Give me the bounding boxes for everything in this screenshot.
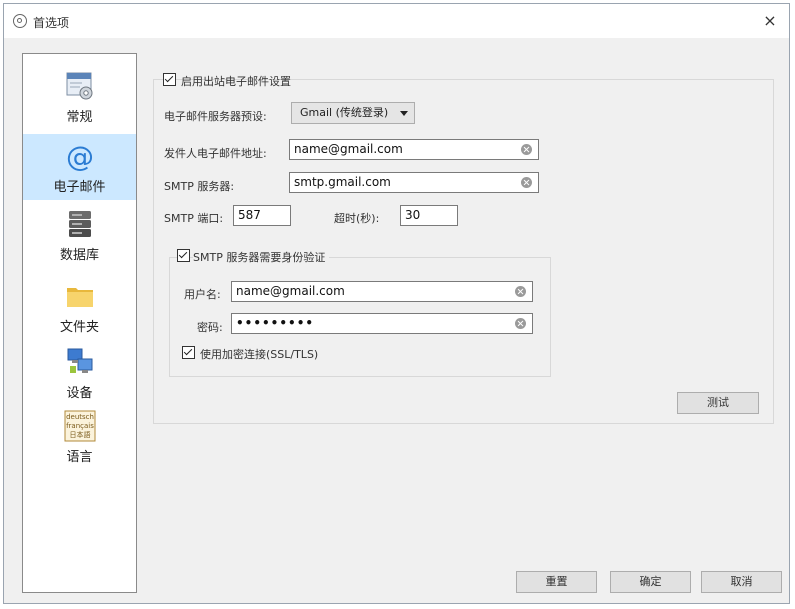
svg-text:@: @ xyxy=(66,140,94,172)
sender-email-field[interactable]: name@gmail.com xyxy=(289,139,539,160)
chevron-down-icon xyxy=(400,111,408,116)
ssl-label: 使用加密连接(SSL/TLS) xyxy=(200,348,319,361)
auth-required-checkbox[interactable] xyxy=(177,249,190,262)
auth-required-label: SMTP 服务器需要身份验证 xyxy=(193,249,330,265)
devices-icon xyxy=(67,348,93,373)
password-label: 密码: xyxy=(197,321,223,334)
preset-label: 电子邮件服务器预设: xyxy=(164,110,267,123)
server-preset-select[interactable]: Gmail (传统登录) xyxy=(291,102,415,124)
sidebar-item-general[interactable]: 常规 xyxy=(23,64,136,130)
sender-email-value: name@gmail.com xyxy=(294,142,403,156)
sidebar-item-email[interactable]: @ 电子邮件 xyxy=(23,134,136,200)
username-field[interactable]: name@gmail.com xyxy=(231,281,533,302)
language-icon: deutsch français 日本語 xyxy=(64,410,96,442)
test-button[interactable]: 测试 xyxy=(677,392,759,414)
clear-icon[interactable] xyxy=(521,144,532,155)
timeout-field[interactable]: 30 xyxy=(400,205,458,226)
folder-icon xyxy=(67,288,93,307)
username-label: 用户名: xyxy=(184,288,221,301)
at-sign-icon: @ xyxy=(66,140,94,172)
reset-button[interactable]: 重置 xyxy=(516,571,597,593)
username-value: name@gmail.com xyxy=(236,284,345,298)
enable-email-checkbox[interactable] xyxy=(163,73,176,86)
clear-icon[interactable] xyxy=(515,318,526,329)
timeout-label: 超时(秒): xyxy=(334,212,380,225)
ssl-checkbox[interactable] xyxy=(182,346,195,359)
clear-icon[interactable] xyxy=(515,286,526,297)
sidebar-item-label: 数据库 xyxy=(59,248,99,263)
password-field[interactable]: ••••••••• xyxy=(231,313,533,334)
sidebar-item-label: 常规 xyxy=(66,110,93,125)
title-bar: 首选项 × xyxy=(4,4,789,38)
password-value: ••••••••• xyxy=(236,316,315,330)
database-icon xyxy=(69,211,91,237)
smtp-port-field[interactable]: 587 xyxy=(233,205,291,226)
timeout-value: 30 xyxy=(405,208,421,222)
svg-text:日本語: 日本語 xyxy=(70,430,91,439)
category-sidebar: 常规 @ 电子邮件 数据库 文件夹 设备 deutsch français 日本… xyxy=(22,53,137,593)
sidebar-item-label: 设备 xyxy=(66,386,93,401)
server-preset-value: Gmail (传统登录) xyxy=(300,106,389,119)
sidebar-item-label: 电子邮件 xyxy=(53,180,106,195)
svg-text:français: français xyxy=(66,422,94,430)
smtp-port-label: SMTP 端口: xyxy=(164,212,224,225)
svg-text:deutsch: deutsch xyxy=(66,413,94,421)
sidebar-item-database[interactable]: 数据库 xyxy=(23,202,136,268)
sidebar-item-label: 文件夹 xyxy=(59,320,99,335)
app-icon xyxy=(13,14,27,28)
sidebar-item-language[interactable]: deutsch français 日本語 语言 xyxy=(23,404,136,470)
preferences-window: 首选项 × 常规 @ 电子邮件 数据库 文件夹 设备 deutsch franç… xyxy=(3,3,790,604)
close-button[interactable]: × xyxy=(759,10,781,32)
sidebar-item-label: 语言 xyxy=(66,450,93,465)
smtp-server-label: SMTP 服务器: xyxy=(164,180,235,193)
cancel-button[interactable]: 取消 xyxy=(701,571,782,593)
smtp-server-field[interactable]: smtp.gmail.com xyxy=(289,172,539,193)
sidebar-item-devices[interactable]: 设备 xyxy=(23,340,136,406)
window-title: 首选项 xyxy=(33,16,70,30)
settings-icon xyxy=(66,72,93,100)
ok-button[interactable]: 确定 xyxy=(610,571,691,593)
enable-email-label: 启用出站电子邮件设置 xyxy=(181,75,291,88)
smtp-port-value: 587 xyxy=(238,208,261,222)
sender-label: 发件人电子邮件地址: xyxy=(164,147,267,160)
smtp-server-value: smtp.gmail.com xyxy=(294,175,391,189)
clear-icon[interactable] xyxy=(521,177,532,188)
sidebar-item-folders[interactable]: 文件夹 xyxy=(23,274,136,340)
